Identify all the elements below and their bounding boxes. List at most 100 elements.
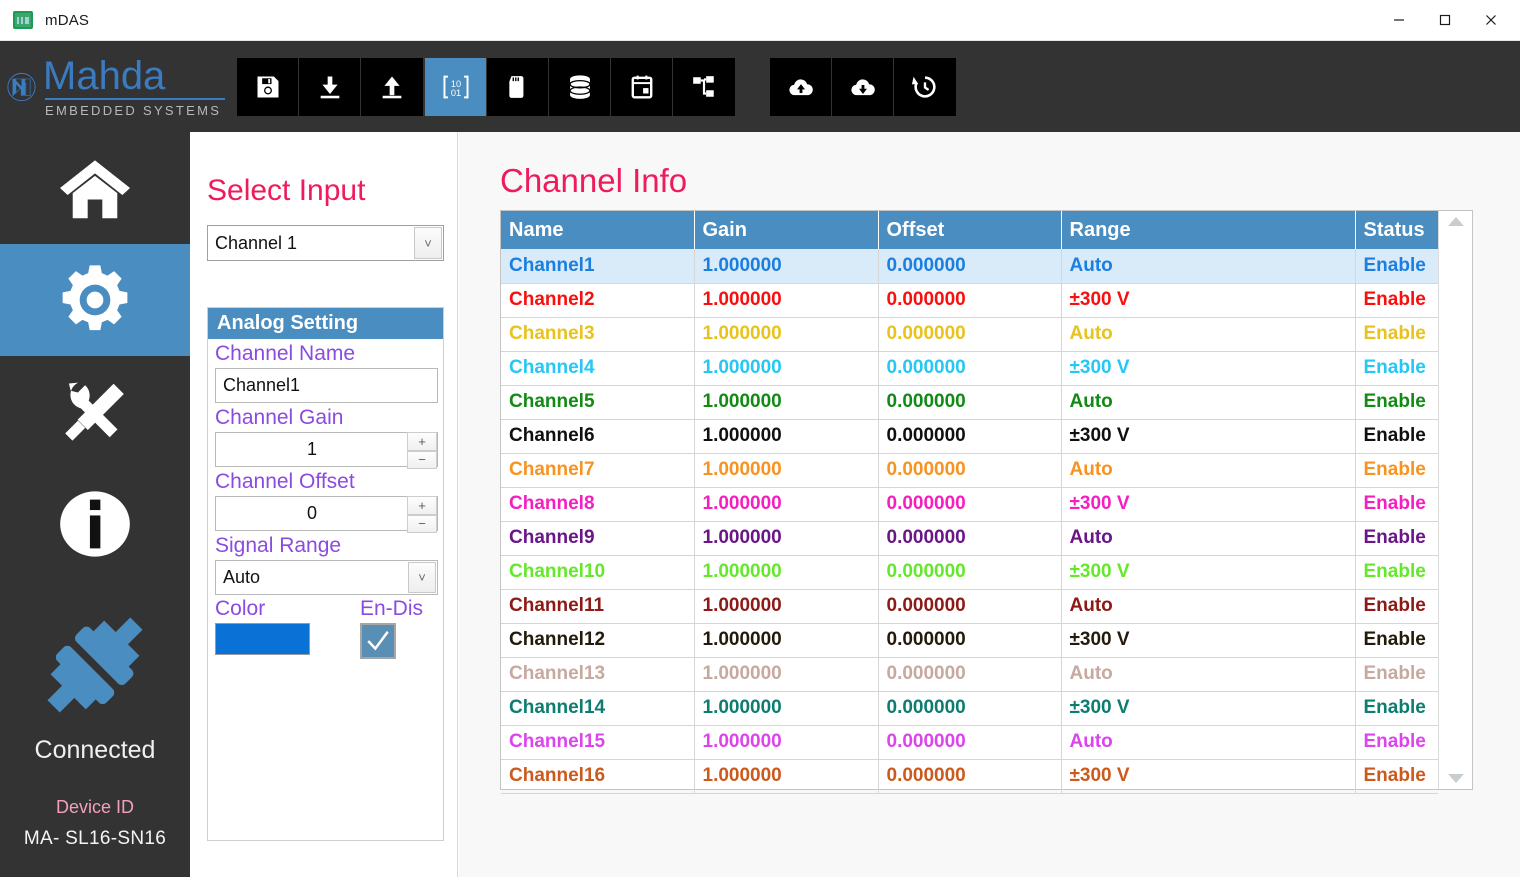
table-row[interactable]: Channel16 1.000000 0.000000 ±300 V Enable <box>501 759 1438 794</box>
table-row[interactable]: Channel1 1.000000 0.000000 Auto Enable <box>501 249 1438 284</box>
endis-column: En-Dis <box>360 597 440 659</box>
table-row[interactable]: Channel5 1.000000 0.000000 Auto Enable <box>501 385 1438 420</box>
channel-range-cell: Auto <box>1061 249 1356 284</box>
history-button[interactable] <box>894 57 956 116</box>
table-row[interactable]: Channel12 1.000000 0.000000 ±300 V Enable <box>501 623 1438 658</box>
tools-icon <box>65 382 124 441</box>
enable-disable-checkbox[interactable] <box>360 623 396 659</box>
channel-status-cell: Enable <box>1355 657 1438 692</box>
table-row[interactable]: Channel4 1.000000 0.000000 ±300 V Enable <box>501 351 1438 386</box>
table-row[interactable]: Channel8 1.000000 0.000000 ±300 V Enable <box>501 487 1438 522</box>
connection-status-text: Connected <box>34 736 156 764</box>
scroll-up-arrow-icon[interactable] <box>1447 217 1464 226</box>
database-button[interactable] <box>549 57 611 116</box>
minimize-button[interactable] <box>1376 0 1422 40</box>
channel-name-cell: Channel5 <box>501 385 695 420</box>
chart-app-icon <box>13 11 33 29</box>
endis-label: En-Dis <box>360 597 424 620</box>
channel-name-cell: Channel10 <box>501 555 695 590</box>
table-row[interactable]: Channel14 1.000000 0.000000 ±300 V Enable <box>501 691 1438 726</box>
upload-button[interactable] <box>361 57 423 116</box>
channel-info-table: Name Gain Offset Range Status Channel1 1.… <box>501 211 1438 794</box>
save-icon <box>257 76 278 97</box>
table-row[interactable]: Channel2 1.000000 0.000000 ±300 V Enable <box>501 283 1438 318</box>
column-header-range[interactable]: Range <box>1061 211 1356 249</box>
table-header-row: Name Gain Offset Range Status <box>501 211 1438 249</box>
channel-offset-spinner: + − <box>407 496 437 533</box>
color-swatch[interactable] <box>215 623 310 655</box>
column-header-name[interactable]: Name <box>501 211 695 249</box>
table-row[interactable]: Channel9 1.000000 0.000000 Auto Enable <box>501 521 1438 556</box>
channel-offset-cell: 0.000000 <box>878 317 1062 352</box>
chevron-down-icon[interactable]: ˅ <box>414 227 442 259</box>
channel-offset-label: Channel Offset <box>215 470 355 493</box>
offset-decrement-button[interactable]: − <box>407 514 437 533</box>
sidebar-item-info[interactable] <box>0 468 190 580</box>
channel-gain-cell: 1.000000 <box>694 249 879 284</box>
check-icon <box>367 631 389 651</box>
close-button[interactable] <box>1468 0 1514 40</box>
channel-gain-cell: 1.000000 <box>694 385 879 420</box>
channel-offset-stepper[interactable]: 0 + − <box>215 496 438 533</box>
table-row[interactable]: Channel15 1.000000 0.000000 Auto Enable <box>501 725 1438 760</box>
table-row[interactable]: Channel3 1.000000 0.000000 Auto Enable <box>501 317 1438 352</box>
column-header-gain[interactable]: Gain <box>694 211 879 249</box>
channel-name-cell: Channel1 <box>501 249 695 284</box>
channel-range-cell: ±300 V <box>1061 759 1356 794</box>
column-header-status[interactable]: Status <box>1355 211 1438 249</box>
channel-offset-cell: 0.000000 <box>878 453 1062 488</box>
channel-gain-label: Channel Gain <box>215 406 344 429</box>
channel-offset-cell: 0.000000 <box>878 725 1062 760</box>
channel-offset-cell: 0.000000 <box>878 657 1062 692</box>
cloud-upload-button[interactable] <box>770 57 832 116</box>
analog-setting-box: Analog Setting Channel Name Channel1 Cha… <box>207 307 444 841</box>
gear-icon <box>62 265 128 331</box>
scroll-down-arrow-icon[interactable] <box>1447 774 1464 783</box>
sidebar-item-tools[interactable] <box>0 356 190 468</box>
toolbar-group-left <box>237 57 423 116</box>
table-row[interactable]: Channel13 1.000000 0.000000 Auto Enable <box>501 657 1438 692</box>
channel-offset-value: 0 <box>306 503 317 523</box>
column-header-offset[interactable]: Offset <box>878 211 1062 249</box>
offset-increment-button[interactable]: + <box>407 496 437 515</box>
channel-status-cell: Enable <box>1355 623 1438 658</box>
color-label: Color <box>215 597 266 620</box>
sidebar-item-settings[interactable] <box>0 244 190 356</box>
table-row[interactable]: Channel7 1.000000 0.000000 Auto Enable <box>501 453 1438 488</box>
signal-range-chevron-down-icon[interactable]: ˅ <box>408 562 436 593</box>
channel-name-input[interactable]: Channel1 <box>215 368 438 403</box>
channel-name-cell: Channel12 <box>501 623 695 658</box>
calendar-icon <box>631 75 652 98</box>
channel-gain-cell: 1.000000 <box>694 521 879 556</box>
channel-gain-stepper[interactable]: 1 + − <box>215 432 438 469</box>
table-row[interactable]: Channel6 1.000000 0.000000 ±300 V Enable <box>501 419 1438 454</box>
gain-increment-button[interactable]: + <box>407 432 437 451</box>
save-button[interactable] <box>237 57 299 116</box>
cloud-download-button[interactable] <box>832 57 894 116</box>
maximize-icon <box>1439 14 1451 26</box>
left-navigation-sidebar: Connected Device ID MA- SL16-SN16 <box>0 132 190 877</box>
gain-decrement-button[interactable]: − <box>407 450 437 469</box>
download-button[interactable] <box>299 57 361 116</box>
channel-range-cell: Auto <box>1061 385 1356 420</box>
database-icon <box>568 74 591 99</box>
binary-button[interactable]: 10 01 <box>425 57 487 116</box>
table-vertical-scrollbar[interactable] <box>1438 211 1472 789</box>
channel-select-dropdown[interactable]: Channel 1 ˅ <box>207 225 444 261</box>
table-row[interactable]: Channel10 1.000000 0.000000 ±300 V Enable <box>501 555 1438 590</box>
channel-offset-cell: 0.000000 <box>878 351 1062 386</box>
channel-offset-cell: 0.000000 <box>878 249 1062 284</box>
channel-status-cell: Enable <box>1355 453 1438 488</box>
maximize-button[interactable] <box>1422 0 1468 40</box>
channel-gain-cell: 1.000000 <box>694 759 879 794</box>
channel-name-cell: Channel16 <box>501 759 695 794</box>
channel-gain-cell: 1.000000 <box>694 317 879 352</box>
sd-card-button[interactable] <box>487 57 549 116</box>
signal-range-dropdown[interactable]: Auto ˅ <box>215 560 438 595</box>
calendar-button[interactable] <box>611 57 673 116</box>
sidebar-item-home[interactable] <box>0 132 190 244</box>
network-button[interactable] <box>673 57 735 116</box>
table-row[interactable]: Channel11 1.000000 0.000000 Auto Enable <box>501 589 1438 624</box>
window-title: mDAS <box>45 11 90 29</box>
channel-name-cell: Channel2 <box>501 283 695 318</box>
